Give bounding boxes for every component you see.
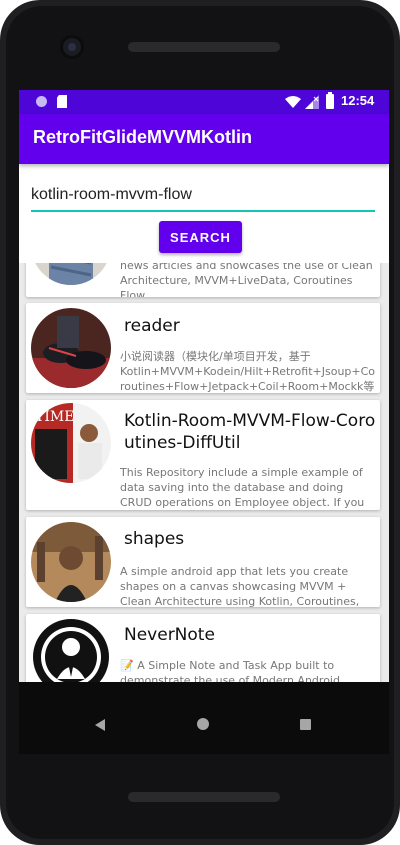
avatar — [31, 263, 111, 285]
list-item[interactable]: news articles and showcases the use of C… — [26, 263, 380, 297]
wifi-icon — [285, 96, 301, 108]
item-description: 小说阅读器（模块化/单项目开发，基于Kotlin+MVVM+Kodein/Hil… — [120, 350, 376, 393]
signal-icon — [305, 95, 319, 109]
results-list[interactable]: news articles and showcases the use of C… — [19, 263, 389, 754]
home-icon[interactable] — [197, 718, 209, 730]
item-title: NeverNote — [124, 625, 215, 645]
item-description: A simple android app that lets you creat… — [120, 565, 360, 607]
notification-dot-icon — [36, 96, 47, 107]
item-title: Kotlin-Room-MVVM-Flow-Coroutines-DiffUti… — [124, 411, 376, 453]
avatar: TIME — [31, 403, 111, 483]
battery-icon — [326, 92, 334, 109]
earpiece-speaker — [128, 42, 280, 52]
navigation-bar — [19, 682, 389, 754]
list-item[interactable]: shapes A simple android app that lets yo… — [26, 517, 380, 607]
item-description: news articles and showcases the use of C… — [120, 263, 373, 297]
svg-text:TIME: TIME — [35, 409, 74, 425]
item-title: shapes — [124, 529, 185, 549]
avatar — [31, 522, 111, 602]
sd-card-icon — [57, 95, 67, 108]
back-icon[interactable] — [95, 719, 105, 731]
front-camera — [63, 38, 81, 56]
item-title: reader — [124, 316, 180, 336]
app-bar: RetroFitGlideMVVMKotlin — [19, 114, 389, 164]
status-time: 12:54 — [341, 93, 375, 108]
list-item[interactable]: TIME Kotlin-Room-MVVM-Flow-Coroutines-Di… — [26, 400, 380, 510]
list-item[interactable]: reader 小说阅读器（模块化/单项目开发，基于Kotlin+MVVM+Kod… — [26, 303, 380, 393]
device-screen: 12:54 RetroFitGlideMVVMKotlin SEARCH new… — [19, 90, 389, 754]
avatar — [31, 308, 111, 388]
recents-icon[interactable] — [300, 719, 311, 730]
bottom-speaker — [128, 792, 280, 802]
app-title: RetroFitGlideMVVMKotlin — [33, 127, 252, 147]
search-button[interactable]: SEARCH — [159, 221, 242, 253]
item-description: This Repository include a simple example… — [120, 466, 365, 509]
search-input[interactable] — [31, 182, 375, 212]
status-bar: 12:54 — [19, 90, 389, 114]
